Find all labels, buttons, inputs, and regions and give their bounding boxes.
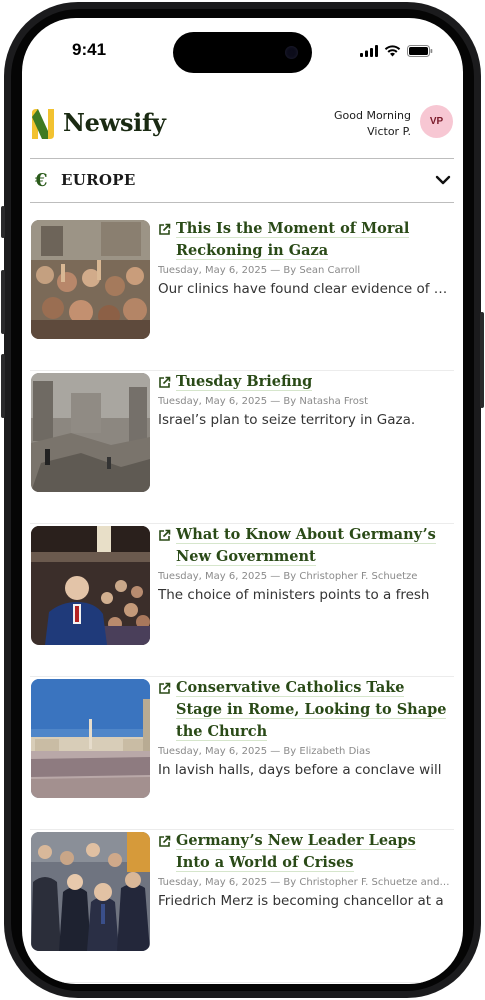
- region-label: EUROPE: [61, 171, 136, 189]
- volume-down-button: [1, 354, 5, 418]
- action-button: [1, 206, 5, 238]
- region-selector[interactable]: € EUROPE: [30, 158, 454, 202]
- article-snippet: Our clinics have found clear evidence of…: [158, 281, 452, 297]
- article-info: Tuesday Briefing Tuesday, May 6, 2025 — …: [158, 371, 452, 428]
- article-thumbnail: [31, 220, 150, 339]
- app-header: Newsify Good Morning Victor P. VP: [30, 104, 453, 156]
- external-link-icon: [159, 223, 171, 235]
- article-item[interactable]: What to Know About Germany’s New Governm…: [30, 524, 454, 677]
- article-meta: Tuesday, May 6, 2025 — By Christopher F.…: [158, 877, 452, 888]
- user-name: Victor P.: [367, 125, 411, 138]
- greeting-line: Good Morning: [334, 109, 411, 122]
- article-info: Conservative Catholics Take Stage in Rom…: [158, 677, 452, 778]
- cellular-signal-icon: [360, 45, 378, 57]
- article-title-text: Conservative Catholics Take Stage in Rom…: [176, 679, 447, 741]
- region-divider: [30, 202, 454, 203]
- article-meta: Tuesday, May 6, 2025 — By Elizabeth Dias: [158, 746, 371, 757]
- article-snippet: Friedrich Merz is becoming chancellor at…: [158, 893, 444, 909]
- euro-icon: €: [35, 169, 48, 191]
- external-link-icon: [159, 835, 171, 847]
- article-item[interactable]: Tuesday Briefing Tuesday, May 6, 2025 — …: [30, 371, 454, 524]
- app-screen: 9:41 Newsify Good Morning Victor P. VP €…: [22, 18, 463, 984]
- status-bar: 9:41: [22, 18, 463, 88]
- wifi-icon: [384, 45, 401, 57]
- article-title[interactable]: Germany’s New Leader Leaps Into a World …: [158, 830, 452, 874]
- article-title-text: This Is the Moment of Moral Reckoning in…: [176, 220, 410, 260]
- front-camera: [285, 46, 298, 59]
- article-title-text: What to Know About Germany’s New Governm…: [176, 526, 436, 566]
- article-info: Germany’s New Leader Leaps Into a World …: [158, 830, 452, 909]
- article-thumbnail: [31, 679, 150, 798]
- external-link-icon: [159, 529, 171, 541]
- article-meta: Tuesday, May 6, 2025 — By Sean Carroll: [158, 265, 361, 276]
- status-time: 9:41: [72, 40, 107, 59]
- article-title[interactable]: Tuesday Briefing: [158, 371, 452, 393]
- article-info: What to Know About Germany’s New Governm…: [158, 524, 452, 603]
- chevron-down-icon[interactable]: [434, 171, 452, 189]
- battery-icon: [407, 45, 433, 57]
- article-item[interactable]: Germany’s New Leader Leaps Into a World …: [30, 830, 454, 983]
- article-snippet: The choice of ministers points to a fres…: [158, 587, 430, 603]
- greeting: Good Morning Victor P.: [334, 108, 411, 140]
- article-title[interactable]: What to Know About Germany’s New Governm…: [158, 524, 452, 568]
- dynamic-island: [173, 32, 312, 73]
- article-thumbnail: [31, 832, 150, 951]
- article-meta: Tuesday, May 6, 2025 — By Christopher F.…: [158, 571, 418, 582]
- article-list: This Is the Moment of Moral Reckoning in…: [30, 218, 454, 983]
- status-icons: [360, 45, 433, 57]
- newsify-logo-icon: [32, 109, 54, 139]
- avatar[interactable]: VP: [420, 105, 453, 138]
- volume-up-button: [1, 270, 5, 334]
- article-info: This Is the Moment of Moral Reckoning in…: [158, 218, 452, 297]
- external-link-icon: [159, 682, 171, 694]
- article-snippet: Israel’s plan to seize territory in Gaza…: [158, 412, 416, 428]
- article-title[interactable]: Conservative Catholics Take Stage in Rom…: [158, 677, 452, 743]
- article-item[interactable]: This Is the Moment of Moral Reckoning in…: [30, 218, 454, 371]
- external-link-icon: [159, 376, 171, 388]
- article-title[interactable]: This Is the Moment of Moral Reckoning in…: [158, 218, 452, 262]
- article-item[interactable]: Conservative Catholics Take Stage in Rom…: [30, 677, 454, 830]
- article-thumbnail: [31, 526, 150, 645]
- article-title-text: Tuesday Briefing: [176, 373, 313, 391]
- article-snippet: In lavish halls, days before a conclave …: [158, 762, 442, 778]
- article-thumbnail: [31, 373, 150, 492]
- article-title-text: Germany’s New Leader Leaps Into a World …: [176, 832, 416, 872]
- power-button: [480, 312, 484, 408]
- article-meta: Tuesday, May 6, 2025 — By Natasha Frost: [158, 396, 369, 407]
- brand-name: Newsify: [63, 108, 166, 137]
